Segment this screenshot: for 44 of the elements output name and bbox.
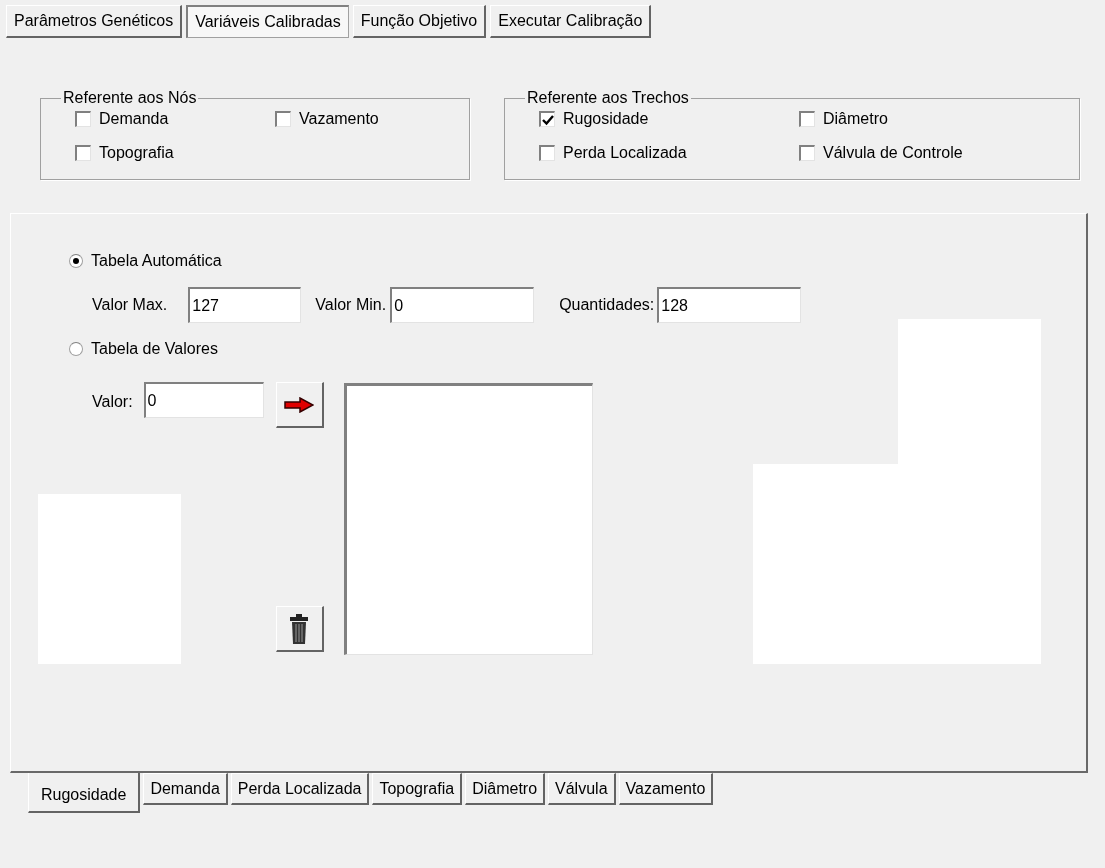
checkbox-label: Topografia <box>99 144 174 162</box>
field-label: Valor: <box>92 393 133 411</box>
radio-button[interactable] <box>69 254 83 268</box>
tab[interactable]: Executar Calibração <box>490 5 652 38</box>
checkbox-label: Rugosidade <box>563 110 649 128</box>
input-field[interactable]: 128 <box>657 287 802 323</box>
input-field[interactable]: 0 <box>390 287 535 323</box>
radio-label: Tabela de Valores <box>91 340 218 358</box>
field-label: Valor Min. <box>315 296 387 314</box>
input-field[interactable]: 127 <box>188 287 302 323</box>
checkbox[interactable] <box>799 111 815 127</box>
checkbox[interactable] <box>539 145 555 161</box>
value-list[interactable] <box>343 383 593 655</box>
group-title: Referente aos Nós <box>62 90 198 106</box>
tab[interactable]: Função Objetivo <box>352 5 487 38</box>
tab[interactable]: Rugosidade <box>28 771 141 813</box>
trash-icon <box>289 612 310 645</box>
tab[interactable]: Vazamento <box>618 773 714 805</box>
tab[interactable]: Perda Localizada <box>230 773 370 805</box>
checkbox[interactable] <box>75 111 91 127</box>
checkbox[interactable] <box>75 145 91 161</box>
tab[interactable]: Topografia <box>372 773 463 805</box>
checkbox[interactable] <box>539 111 555 127</box>
tab[interactable]: Variáveis Calibradas <box>186 5 349 38</box>
radio-button[interactable] <box>69 342 83 356</box>
field-label: Quantidades: <box>559 296 655 314</box>
checkbox-label: Diâmetro <box>823 110 888 128</box>
input-field[interactable]: 0 <box>143 382 264 418</box>
tab[interactable]: Diâmetro <box>465 773 546 805</box>
arrow-right-icon <box>284 396 315 413</box>
checkbox-label: Vazamento <box>299 110 379 128</box>
checkbox[interactable] <box>275 111 291 127</box>
checkbox[interactable] <box>799 145 815 161</box>
tab[interactable]: Parâmetros Genéticos <box>6 5 183 38</box>
checkbox-label: Demanda <box>99 110 169 128</box>
delete-button[interactable] <box>275 606 324 652</box>
radio-label: Tabela Automática <box>91 252 222 270</box>
checkbox-label: Perda Localizada <box>563 144 687 162</box>
tab[interactable]: Demanda <box>143 773 228 805</box>
tab[interactable]: Válvula <box>548 773 616 805</box>
field-label: Valor Max. <box>92 296 168 314</box>
group-title: Referente aos Trechos <box>526 90 690 106</box>
add-button[interactable] <box>275 382 324 428</box>
checkbox-label: Válvula de Controle <box>823 144 963 162</box>
